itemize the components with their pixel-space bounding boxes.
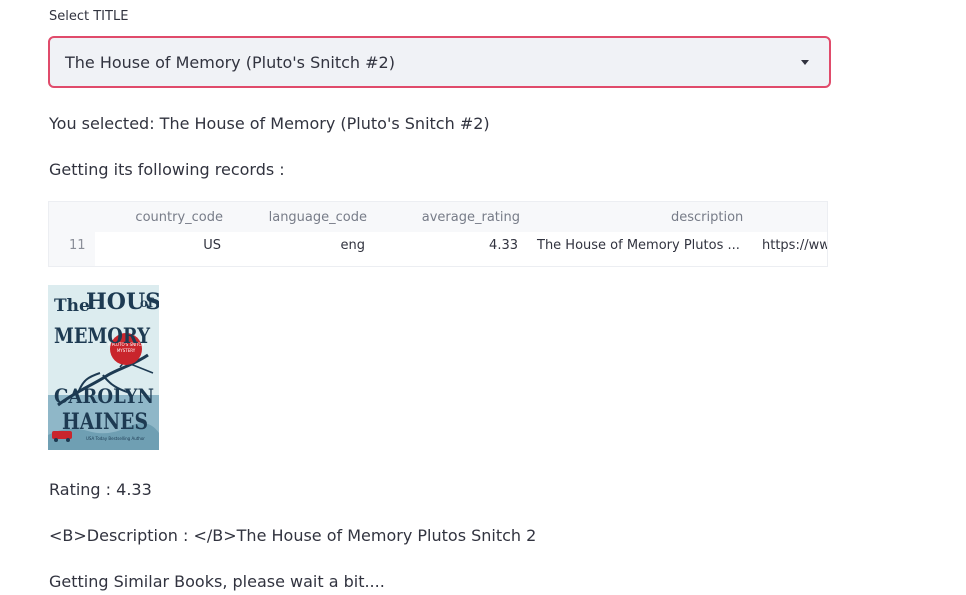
cell-link[interactable]: https://ww xyxy=(762,238,827,253)
cover-title-4: MEMORY xyxy=(54,323,151,348)
title-select[interactable]: The House of Memory (Pluto's Snitch #2) xyxy=(48,36,831,88)
select-title-label: Select TITLE xyxy=(49,9,129,24)
records-table[interactable]: country_code language_code average_ratin… xyxy=(48,201,828,267)
cell-description[interactable]: The House of Memory Plutos ... xyxy=(537,238,740,253)
row-index: 11 xyxy=(69,238,86,253)
cell-language-code[interactable]: eng xyxy=(341,238,366,253)
cell-country-code[interactable]: US xyxy=(203,238,221,253)
cover-title-1: The xyxy=(54,296,90,316)
title-select-value: The House of Memory (Pluto's Snitch #2) xyxy=(65,52,395,72)
cover-title-3: of xyxy=(140,296,154,310)
badge-text-2: MYSTERY xyxy=(117,348,136,353)
column-header-language-code[interactable]: language_code xyxy=(269,210,367,225)
cell-average-rating[interactable]: 4.33 xyxy=(489,238,518,253)
cover-author-1: CAROLYN xyxy=(54,384,154,408)
selected-title-text: You selected: The House of Memory (Pluto… xyxy=(49,114,490,133)
chevron-down-icon[interactable] xyxy=(801,59,809,65)
column-header-average-rating[interactable]: average_rating xyxy=(422,210,520,225)
column-header-country-code[interactable]: country_code xyxy=(135,210,223,225)
rating-text: Rating : 4.33 xyxy=(49,480,152,499)
column-header-description[interactable]: description xyxy=(671,210,743,225)
book-cover-art: A PLUTO'S SNITCH MYSTERY The HOUSE of ME… xyxy=(48,285,159,450)
cover-author-2: HAINES xyxy=(62,409,148,435)
similar-books-status: Getting Similar Books, please wait a bit… xyxy=(49,572,385,591)
table-header: country_code language_code average_ratin… xyxy=(49,202,827,232)
book-cover-image: A PLUTO'S SNITCH MYSTERY The HOUSE of ME… xyxy=(48,285,159,450)
records-heading: Getting its following records : xyxy=(49,160,285,179)
description-text: <B>Description : </B>The House of Memory… xyxy=(49,526,537,545)
cover-tagline: USA Today Bestselling Author xyxy=(86,436,145,441)
